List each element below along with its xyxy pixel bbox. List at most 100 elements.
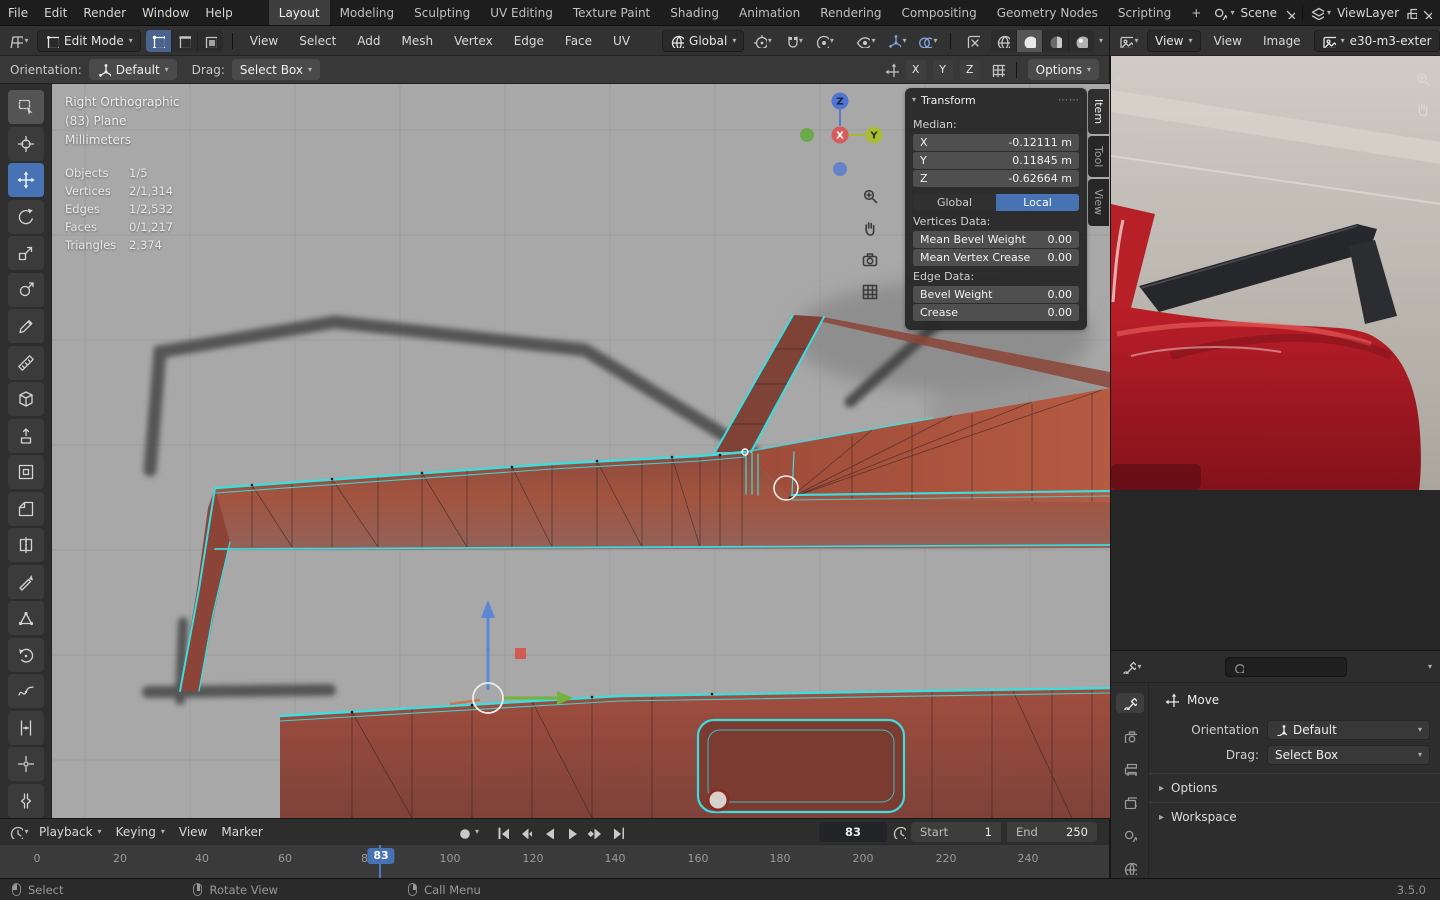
tool-shrink-fatten-button[interactable] — [7, 747, 44, 781]
global-space-button[interactable]: Global — [913, 194, 996, 211]
tool-smooth-button[interactable] — [7, 674, 44, 708]
tab-world[interactable] — [1116, 858, 1144, 878]
panel-grip-icon[interactable]: ⋯⋯ — [1058, 95, 1080, 106]
scene-icon[interactable] — [1213, 6, 1228, 20]
preview-range-clock-icon[interactable] — [892, 825, 906, 839]
transform-panel-header[interactable]: ▾ Transform ⋯⋯ — [905, 88, 1087, 112]
transform-orientation-dropdown[interactable]: Global ▾ — [662, 29, 745, 52]
median-x-field[interactable]: X -0.12111 m — [913, 134, 1079, 151]
current-frame-field[interactable]: 83 — [819, 821, 887, 842]
mean-bevel-weight-field[interactable]: Mean Bevel Weight 0.00 — [913, 231, 1079, 248]
snap-toggle-button[interactable]: ▾ — [780, 30, 806, 52]
scene-name[interactable]: Scene — [1240, 6, 1277, 20]
collapse-chevron-icon[interactable]: ▾ — [912, 96, 916, 104]
orientation-setting-dropdown[interactable]: Default ▾ — [88, 59, 177, 80]
shading-wireframe-button[interactable] — [990, 29, 1016, 52]
pivot-point-dropdown[interactable]: ▾ — [749, 30, 775, 52]
shading-material-button[interactable] — [1042, 29, 1068, 52]
median-z-field[interactable]: Z -0.62664 m — [913, 170, 1079, 187]
current-frame-badge[interactable]: 83 — [367, 848, 395, 864]
local-space-button[interactable]: Local — [996, 194, 1079, 211]
overlays-dropdown[interactable]: ▾ — [915, 30, 941, 52]
workspace-tab-rendering[interactable]: Rendering — [810, 0, 891, 25]
crease-field[interactable]: Crease 0.00 — [913, 304, 1079, 321]
mean-vertex-crease-field[interactable]: Mean Vertex Crease 0.00 — [913, 249, 1079, 266]
workspace-tab-texture-paint[interactable]: Texture Paint — [563, 0, 660, 25]
tool-measure-button[interactable] — [7, 345, 44, 380]
menu-select[interactable]: Select — [291, 26, 344, 55]
image-datablock-selector[interactable]: ▾ e30-m3-exter — [1313, 29, 1440, 52]
tab-output[interactable] — [1116, 759, 1144, 779]
timeline-ruler[interactable]: 0 20 40 60 80 100 120 140 160 180 200 22… — [0, 844, 1110, 878]
tab-tool[interactable]: Tool — [1088, 136, 1109, 178]
tool-edge-slide-button[interactable] — [7, 710, 44, 745]
tab-scene[interactable] — [1116, 825, 1144, 845]
tab-render[interactable] — [1116, 726, 1144, 746]
mirror-y-toggle[interactable]: Y — [932, 59, 953, 80]
viewlayer-browse-chevron[interactable]: ▾ — [1327, 8, 1331, 17]
workspace-tab-compositing[interactable]: Compositing — [891, 0, 986, 25]
menu-timeline-view[interactable]: View — [172, 825, 214, 839]
menu-file[interactable]: File — [0, 0, 36, 25]
tab-item[interactable]: Item — [1088, 89, 1109, 135]
tool-rotate-button[interactable] — [7, 199, 44, 234]
section-options[interactable]: ▸ Options — [1149, 773, 1440, 802]
menu-render[interactable]: Render — [75, 0, 134, 25]
menu-view[interactable]: View — [242, 26, 286, 55]
jump-to-start-button[interactable] — [491, 822, 512, 842]
tool-scale-button[interactable] — [7, 236, 44, 270]
image-menu-view[interactable]: View — [1206, 26, 1250, 55]
tool-select-box-button[interactable] — [7, 90, 44, 124]
gizmos-dropdown[interactable]: ▾ — [884, 30, 910, 52]
workspace-tab-uv-editing[interactable]: UV Editing — [480, 0, 563, 25]
workspace-tab-sculpting[interactable]: Sculpting — [404, 0, 480, 25]
properties-editor-type-button[interactable]: ▾ — [1119, 656, 1145, 678]
shading-options-chevron[interactable]: ▾ — [1099, 36, 1103, 45]
viewlayer-icon[interactable] — [1310, 6, 1325, 20]
median-y-field[interactable]: Y 0.11845 m — [913, 152, 1079, 169]
viewlayer-copy-icon[interactable] — [1405, 7, 1417, 19]
play-reverse-button[interactable] — [537, 822, 558, 842]
timeline-editor-type-button[interactable]: ▾ — [6, 821, 32, 843]
start-frame-field[interactable]: Start 1 — [911, 821, 1001, 842]
menu-uv[interactable]: UV — [605, 26, 638, 55]
bevel-weight-field[interactable]: Bevel Weight 0.00 — [913, 286, 1079, 303]
play-button[interactable] — [560, 822, 581, 842]
menu-add[interactable]: Add — [349, 26, 388, 55]
mirror-z-toggle[interactable]: Z — [959, 59, 980, 80]
end-frame-field[interactable]: End 250 — [1007, 821, 1097, 842]
tool-cursor-button[interactable] — [7, 126, 44, 161]
properties-filter-chevron[interactable]: ▾ — [1428, 662, 1432, 671]
section-workspace[interactable]: ▸ Workspace — [1149, 802, 1440, 831]
vertex-select-mode-button[interactable] — [145, 29, 171, 52]
scene-browse-chevron[interactable]: ▾ — [1230, 8, 1234, 17]
tool-poly-build-button[interactable] — [7, 601, 44, 635]
jump-to-end-button[interactable] — [606, 822, 627, 842]
tool-extrude-button[interactable] — [7, 418, 44, 453]
tool-transform-button[interactable] — [7, 272, 44, 307]
menu-window[interactable]: Window — [134, 0, 197, 25]
shading-solid-button[interactable] — [1016, 29, 1042, 52]
menu-playback[interactable]: Playback ▾ — [32, 825, 109, 839]
tab-view[interactable]: View — [1088, 179, 1109, 226]
workspace-tab-shading[interactable]: Shading — [660, 0, 729, 25]
zoom-icon[interactable] — [1414, 70, 1430, 86]
keying-set-chevron[interactable]: ▾ — [475, 827, 479, 836]
gizmo-minus-z-ball[interactable] — [833, 162, 847, 176]
viewlayer-close-icon[interactable] — [1420, 7, 1432, 19]
menu-edge[interactable]: Edge — [506, 26, 552, 55]
workspace-tab-layout[interactable]: Layout — [268, 0, 330, 25]
xray-toggle-button[interactable] — [960, 30, 986, 52]
tool-loop-cut-button[interactable] — [7, 528, 44, 562]
tab-view-layer[interactable] — [1116, 792, 1144, 812]
menu-vertex[interactable]: Vertex — [446, 26, 501, 55]
region-collapse-arrow[interactable]: ◂ — [1114, 70, 1120, 84]
editor-type-button[interactable]: ▾ — [6, 30, 32, 52]
drag-property-dropdown[interactable]: Select Box ▾ — [1267, 745, 1430, 765]
properties-search-input[interactable] — [1225, 656, 1348, 677]
auto-keying-record-button[interactable] — [452, 822, 473, 842]
mirror-x-toggle[interactable]: X — [905, 59, 926, 80]
snap-grid-icon[interactable] — [991, 63, 1005, 77]
tool-inset-faces-button[interactable] — [7, 455, 44, 489]
menu-edit[interactable]: Edit — [36, 0, 75, 25]
